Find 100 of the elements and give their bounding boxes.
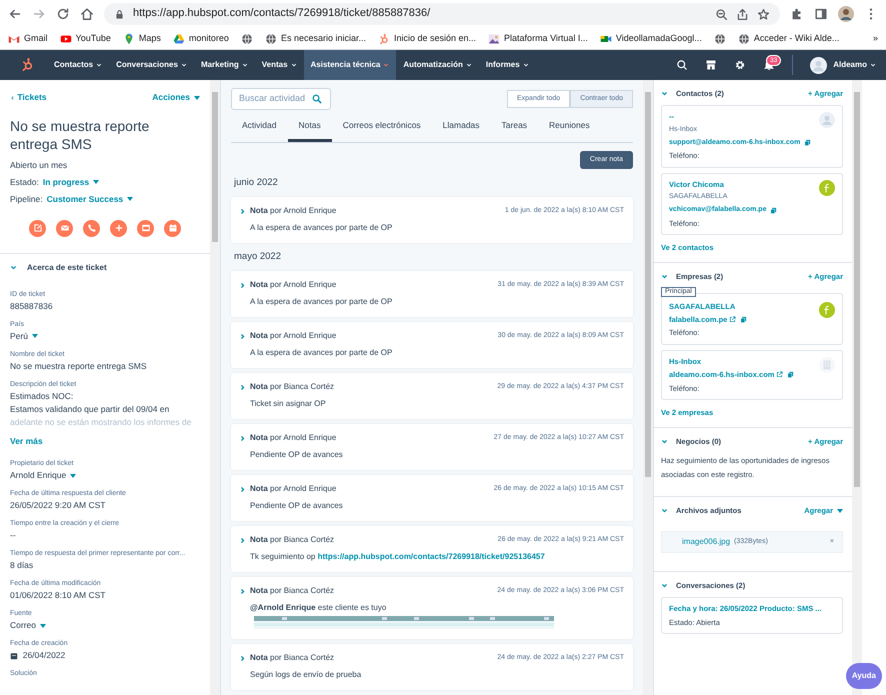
copy-icon[interactable] (740, 316, 748, 324)
chevron-down-icon[interactable] (661, 582, 668, 590)
search-icon[interactable] (676, 59, 688, 71)
chevron-right-icon[interactable] (239, 434, 246, 442)
back-icon[interactable] (8, 7, 22, 21)
nav-menu[interactable]: Contactos (47, 50, 110, 80)
chevron-right-icon[interactable] (239, 384, 246, 391)
external-link-icon[interactable] (776, 371, 784, 378)
nav-menu[interactable]: Marketing (194, 50, 255, 80)
chevron-down-icon[interactable] (661, 90, 668, 98)
status-dropdown[interactable]: In progress (42, 176, 100, 189)
chevron-right-icon[interactable] (239, 588, 246, 595)
zoom-out-icon[interactable] (715, 8, 728, 20)
home-icon[interactable] (80, 7, 94, 21)
note-text: A la espera de avances por parte de OP (250, 296, 394, 308)
store-icon[interactable] (705, 59, 718, 71)
chevron-down-icon[interactable] (661, 506, 668, 514)
chevron-right-icon[interactable] (239, 332, 246, 340)
side-panel-icon[interactable] (814, 7, 828, 21)
share-icon[interactable] (736, 8, 749, 20)
field-dropdown[interactable]: Correo (10, 619, 200, 632)
back-link[interactable]: Tickets (10, 92, 47, 103)
address-bar[interactable]: https://app.hubspot.com/contacts/7269918/ticket/885887836/ (104, 3, 780, 25)
nav-menu[interactable]: Ventas (254, 50, 304, 80)
chevron-down-icon (870, 62, 876, 68)
chevron-right-icon[interactable] (239, 536, 246, 544)
section-toggle[interactable]: Acerca de este ticket (10, 262, 200, 273)
note-button[interactable] (29, 220, 46, 237)
ticket-age: Abierto un mes (10, 158, 68, 172)
tab[interactable]: Tareas (490, 112, 538, 142)
tab[interactable]: Correos electrónicos (332, 112, 432, 142)
sprocket-icon[interactable] (20, 57, 35, 73)
user-menu[interactable]: Aldeamo (833, 50, 876, 80)
lock-icon (114, 8, 125, 20)
chevron-right-icon[interactable] (239, 282, 246, 289)
bookmark[interactable]: monitoreo (172, 32, 229, 44)
nav-menu[interactable]: Automatización (396, 50, 479, 80)
field-value: 01/06/2022 8:10 AM CST (10, 589, 106, 602)
search-field[interactable]: Buscar actividad (231, 88, 331, 110)
more-bookmarks-button[interactable]: » (872, 32, 878, 44)
logo-icon (819, 302, 835, 318)
note-text: A la espera de avances por parte de OP (250, 347, 394, 358)
scrollbar[interactable] (643, 80, 653, 695)
bookmark[interactable]: YouTube (60, 32, 111, 44)
chevron-right-icon[interactable] (239, 208, 246, 215)
nav-menu[interactable]: Asistencia técnica (304, 50, 396, 80)
bookmark[interactable]: Es necesario iniciar... (264, 32, 366, 44)
copy-icon[interactable] (787, 371, 794, 378)
note-title: Nota por Bianca Cortéz (250, 382, 334, 392)
bookmark[interactable]: Inicio de sesión en... (378, 32, 476, 44)
bookmark[interactable]: Acceder - Wiki Alde... (738, 32, 840, 44)
settings-icon[interactable] (734, 59, 746, 71)
tab[interactable]: Reuniones (538, 112, 601, 142)
note-text: Ticket sin asignar OP (250, 398, 327, 410)
search-input[interactable]: Buscar actividad (237, 92, 312, 106)
copy-icon[interactable] (770, 206, 778, 214)
field-dropdown[interactable]: Perú (10, 330, 200, 343)
actions-menu[interactable]: Acciones (152, 92, 200, 103)
email-button[interactable] (56, 220, 73, 237)
help-button[interactable]: Ayuda (846, 663, 882, 689)
nav-menu[interactable]: Informes (478, 50, 536, 80)
file-link[interactable]: image006.jpg (682, 537, 730, 547)
bookmark[interactable]: Maps (122, 32, 161, 44)
meeting-button[interactable] (164, 220, 181, 237)
description-text: Estimados NOC: Estamos validando que partir del 09/04 en adelante no se están mostrando los informes de (10, 390, 192, 429)
chevron-down-icon[interactable] (661, 438, 668, 446)
nav-menu[interactable]: Conversaciones (109, 50, 194, 80)
globe-icon[interactable] (240, 32, 253, 44)
forward-icon[interactable] (32, 7, 46, 21)
field-dropdown[interactable]: Arnold Enrique (10, 469, 200, 482)
field-label: Estado: (10, 176, 39, 189)
reload-icon[interactable] (56, 7, 70, 21)
logo-icon (819, 180, 835, 196)
note-link[interactable]: https://app.hubspot.com/contacts/7269918/ticket/925136457 (318, 552, 545, 562)
scrollbar[interactable] (210, 80, 220, 695)
chevron-right-icon[interactable] (239, 486, 246, 493)
chevron-down-icon[interactable] (661, 273, 668, 280)
month-heading: junio 2022 (234, 177, 279, 190)
bookmark[interactable]: Plataforma Virtual I... (488, 32, 588, 44)
date-field[interactable]: 26/04/2022 (10, 649, 200, 662)
tab[interactable]: Notas (288, 112, 332, 142)
bookmark[interactable]: Gmail (8, 32, 48, 44)
add-button[interactable] (110, 220, 127, 237)
external-link-icon[interactable] (729, 316, 736, 324)
pipeline-dropdown[interactable]: Customer Success (46, 192, 134, 206)
star-icon[interactable] (757, 8, 770, 20)
note-title: Nota por Arnold Enrique (250, 484, 336, 494)
note-title: Nota por Arnold Enrique (250, 280, 336, 290)
tab[interactable]: Actividad (231, 112, 288, 142)
tab[interactable]: Llamadas (432, 112, 491, 142)
bookmark[interactable]: VideollamadaGoogl... (600, 32, 702, 44)
avatar-icon[interactable] (810, 56, 828, 74)
see-more-link[interactable]: Ver más (10, 436, 200, 446)
globe-icon[interactable] (714, 32, 726, 44)
copy-icon[interactable] (804, 139, 812, 146)
call-button[interactable] (83, 220, 100, 237)
chevron-right-icon[interactable] (239, 654, 246, 662)
note-title: Nota por Arnold Enrique (250, 206, 336, 216)
avatar-icon[interactable] (838, 6, 854, 22)
message-button[interactable] (137, 220, 154, 237)
